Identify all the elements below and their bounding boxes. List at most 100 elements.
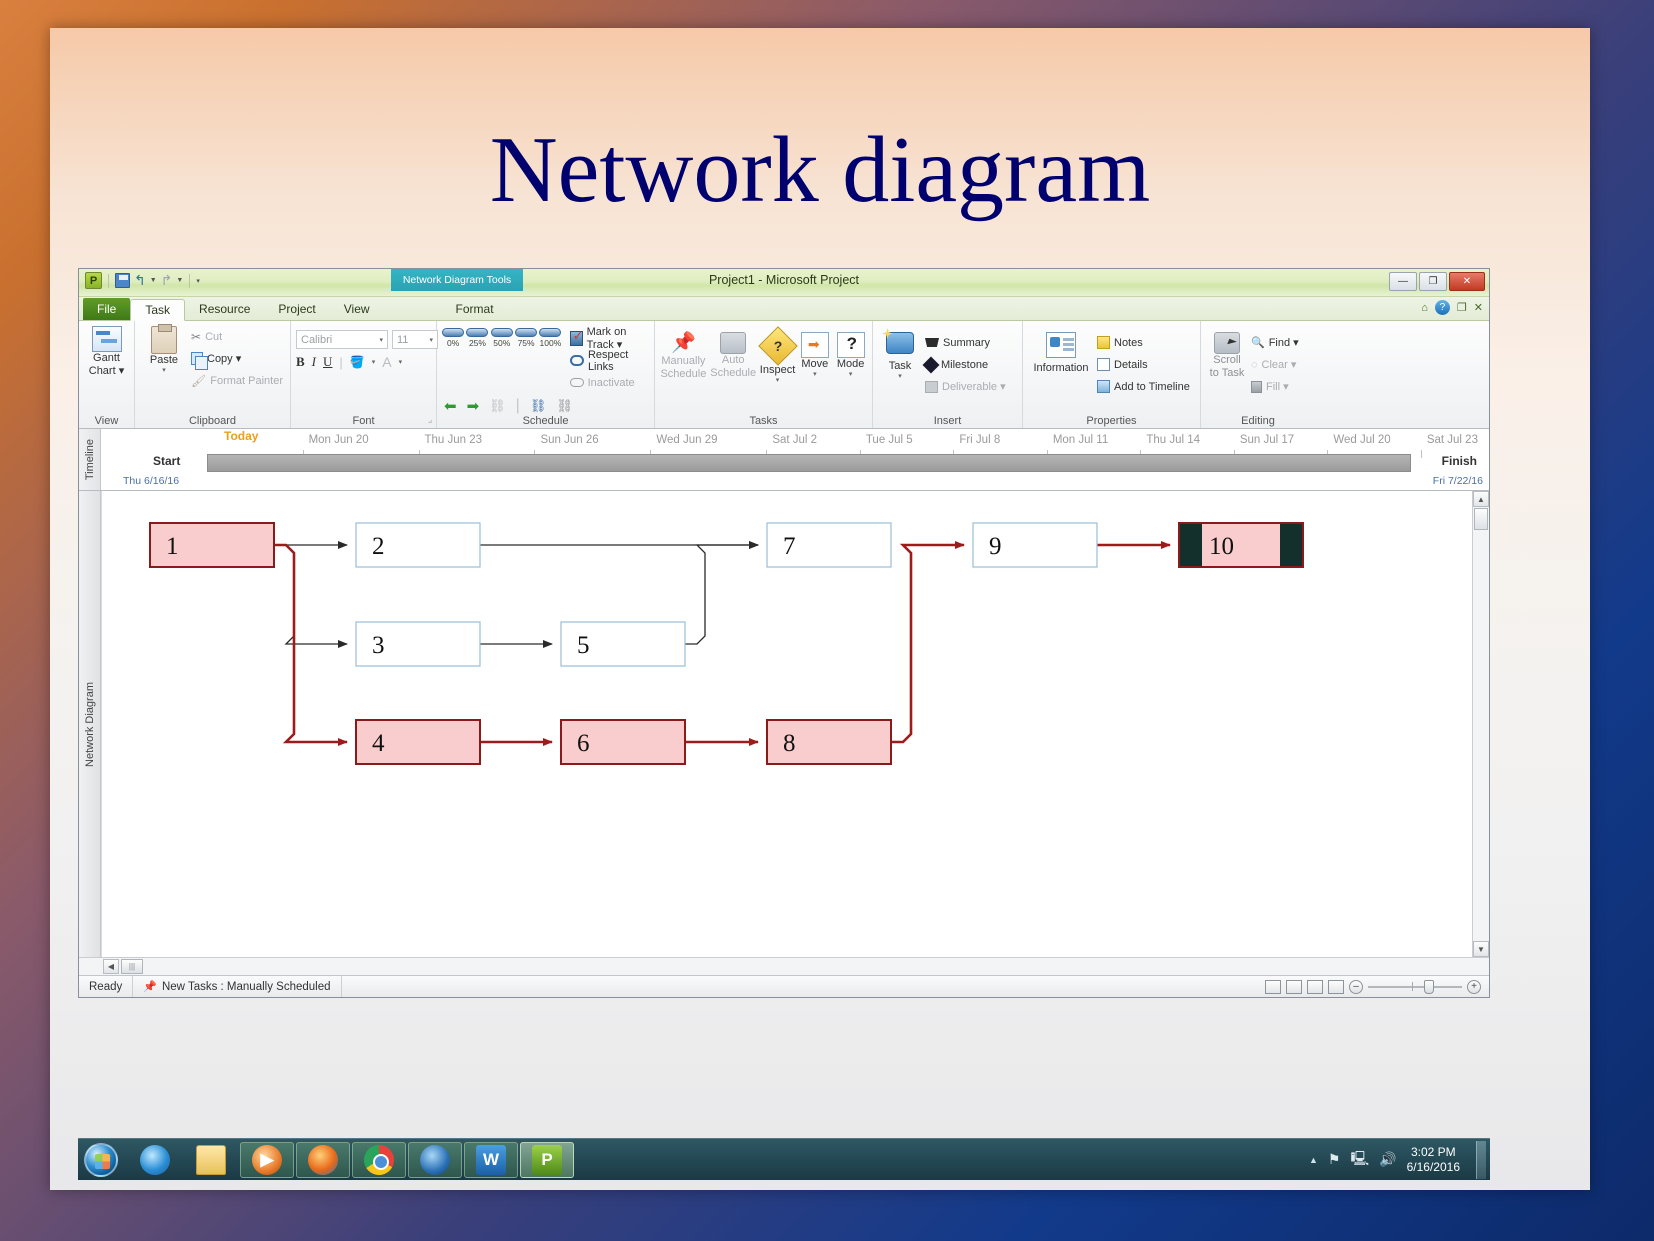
taskbar-item-google-chrome[interactable] bbox=[352, 1141, 406, 1178]
status-new-tasks[interactable]: 📌 New Tasks : Manually Scheduled bbox=[133, 976, 342, 997]
percent-50-button[interactable]: 50% bbox=[490, 328, 513, 348]
notes-button[interactable]: Notes bbox=[1097, 332, 1190, 353]
taskbar-item-internet-explorer[interactable] bbox=[128, 1142, 182, 1178]
paste-button[interactable]: Paste ▾ bbox=[140, 324, 188, 375]
zoom-in-button[interactable]: + bbox=[1467, 979, 1481, 994]
show-hidden-icons-icon[interactable]: ▲ bbox=[1309, 1155, 1318, 1165]
copy-button[interactable]: Copy ▾ bbox=[191, 348, 283, 370]
information-button[interactable]: Information bbox=[1028, 330, 1094, 375]
start-button[interactable] bbox=[78, 1140, 124, 1180]
timeline-vertical-label[interactable]: Timeline bbox=[79, 429, 101, 490]
close-document-icon[interactable]: ✕ bbox=[1474, 301, 1483, 314]
mark-on-track-button[interactable]: Mark on Track ▾ bbox=[569, 326, 654, 351]
horizontal-scroll-thumb[interactable]: ||| bbox=[121, 959, 143, 974]
indent-icon[interactable]: ➡ bbox=[467, 397, 480, 415]
restore-document-icon[interactable]: ❐ bbox=[1457, 301, 1467, 314]
view-resource-sheet-button[interactable] bbox=[1328, 979, 1344, 994]
tab-resource[interactable]: Resource bbox=[185, 298, 264, 320]
italic-button[interactable]: I bbox=[312, 354, 316, 370]
taskbar-items[interactable]: ▶ W P bbox=[128, 1141, 574, 1178]
tab-file[interactable]: File bbox=[83, 298, 131, 320]
network-icon[interactable]: 🖳 bbox=[1350, 1148, 1369, 1172]
vertical-scroll-thumb[interactable] bbox=[1474, 508, 1488, 530]
help-icon[interactable]: ? bbox=[1434, 300, 1450, 315]
minimize-button[interactable]: — bbox=[1389, 272, 1417, 291]
insert-task-button[interactable]: Task ▾ bbox=[878, 330, 922, 381]
taskbar-item-thunderbird[interactable] bbox=[408, 1141, 462, 1178]
diagram-node[interactable]: 7 bbox=[766, 522, 892, 568]
paste-dropdown-icon[interactable]: ▾ bbox=[162, 367, 166, 375]
milestone-button[interactable]: Milestone bbox=[922, 354, 1006, 375]
system-tray[interactable]: ▲ ⚑ 🖳 🔊 3:02 PM 6/16/2016 bbox=[1309, 1140, 1490, 1179]
scroll-down-button[interactable]: ▼ bbox=[1473, 941, 1489, 957]
ribbon-tabs[interactable]: File Task Resource Project View Format ⌂… bbox=[79, 297, 1489, 321]
add-to-timeline-button[interactable]: Add to Timeline bbox=[1097, 376, 1190, 397]
inspect-button[interactable]: ? Inspect ▾ bbox=[757, 326, 798, 385]
minimize-ribbon-icon[interactable]: ⌂ bbox=[1421, 302, 1428, 314]
action-center-flag-icon[interactable]: ⚑ bbox=[1328, 1151, 1341, 1168]
taskbar-item-microsoft-project[interactable]: P bbox=[520, 1141, 574, 1178]
show-desktop-button[interactable] bbox=[1476, 1140, 1486, 1179]
vertical-scrollbar[interactable]: ▲ ▼ bbox=[1472, 491, 1489, 957]
diagram-node[interactable]: 8 bbox=[766, 719, 892, 765]
zoom-out-button[interactable]: – bbox=[1349, 979, 1363, 994]
font-dialog-launcher-icon[interactable]: ⟓ bbox=[428, 415, 432, 426]
tab-format[interactable]: Format bbox=[442, 298, 508, 320]
background-color-icon[interactable]: 🪣 bbox=[350, 355, 365, 369]
move-dropdown-icon[interactable]: ▾ bbox=[813, 371, 817, 379]
percent-75-button[interactable]: 75% bbox=[515, 328, 538, 348]
split-task-icon[interactable]: ⛓ bbox=[556, 398, 573, 414]
manually-schedule-button[interactable]: 📌 Manually Schedule bbox=[660, 330, 707, 380]
diagram-node[interactable]: 1 bbox=[149, 522, 275, 568]
status-view-controls[interactable]: – + bbox=[1265, 979, 1489, 994]
font-name-chevron-down-icon[interactable]: ▾ bbox=[379, 336, 383, 344]
underline-button[interactable]: U bbox=[323, 354, 332, 370]
clear-button[interactable]: ◌ Clear ▾ bbox=[1251, 354, 1299, 375]
fill-button[interactable]: Fill ▾ bbox=[1251, 376, 1299, 397]
diagram-node[interactable]: 5 bbox=[560, 621, 686, 667]
percent-0-button[interactable]: 0% bbox=[442, 328, 465, 348]
taskbar-item-windows-media-player[interactable]: ▶ bbox=[240, 1141, 294, 1178]
font-size-chevron-down-icon[interactable]: ▾ bbox=[429, 336, 433, 344]
background-color-chevron-down-icon[interactable]: ▾ bbox=[372, 358, 376, 366]
ribbon-tab-right-controls[interactable]: ⌂ ? ❐ ✕ bbox=[1421, 300, 1483, 315]
gantt-chart-button[interactable]: Gantt Chart ▾ bbox=[84, 324, 129, 377]
volume-muted-icon[interactable]: 🔊 bbox=[1379, 1151, 1396, 1168]
respect-links-button[interactable]: Respect Links bbox=[569, 349, 654, 373]
bold-button[interactable]: B bbox=[296, 354, 305, 370]
view-task-usage-button[interactable] bbox=[1286, 979, 1302, 994]
taskbar-clock[interactable]: 3:02 PM 6/16/2016 bbox=[1407, 1145, 1466, 1175]
auto-schedule-button[interactable]: Auto Schedule bbox=[710, 330, 757, 379]
diagram-node[interactable]: 3 bbox=[355, 621, 481, 667]
unlink-tasks-icon[interactable]: ⛓ bbox=[489, 398, 506, 414]
link-tasks-icon[interactable]: ⛓ bbox=[530, 398, 547, 414]
restore-button[interactable]: ❐ bbox=[1419, 272, 1447, 291]
diagram-node[interactable]: 4 bbox=[355, 719, 481, 765]
view-vertical-label[interactable]: Network Diagram bbox=[79, 491, 101, 957]
taskbar-item-firefox[interactable] bbox=[296, 1141, 350, 1178]
timeline-bar[interactable] bbox=[207, 454, 1411, 472]
tab-view[interactable]: View bbox=[330, 298, 384, 320]
scroll-left-button[interactable]: ◀ bbox=[103, 959, 119, 974]
diagram-node[interactable]: 2 bbox=[355, 522, 481, 568]
details-button[interactable]: Details bbox=[1097, 354, 1190, 375]
font-color-chevron-down-icon[interactable]: ▾ bbox=[399, 358, 403, 366]
view-team-planner-button[interactable] bbox=[1307, 979, 1323, 994]
zoom-slider[interactable] bbox=[1368, 979, 1462, 994]
scroll-to-task-button[interactable]: Scroll to Task bbox=[1206, 330, 1248, 379]
percent-100-button[interactable]: 100% bbox=[539, 328, 562, 348]
tab-project[interactable]: Project bbox=[264, 298, 329, 320]
scroll-up-button[interactable]: ▲ bbox=[1473, 491, 1489, 507]
timeline-body[interactable]: Mon Jun 20 Thu Jun 23 Sun Jun 26 Wed Jun 29… bbox=[101, 429, 1489, 490]
tab-task[interactable]: Task bbox=[130, 299, 186, 321]
font-color-icon[interactable]: A bbox=[382, 354, 391, 370]
network-diagram-canvas[interactable]: 1 2 3 4 5 6 7 8 9 10 bbox=[101, 491, 1472, 957]
font-name-combobox[interactable]: Calibri ▾ bbox=[296, 330, 388, 349]
move-button[interactable]: Move ▾ bbox=[798, 330, 831, 379]
insert-task-dropdown-icon[interactable]: ▾ bbox=[898, 373, 902, 381]
percent-25-button[interactable]: 25% bbox=[466, 328, 489, 348]
diagram-node[interactable]: 6 bbox=[560, 719, 686, 765]
cut-button[interactable]: ✂ Cut bbox=[191, 326, 283, 347]
inactivate-button[interactable]: Inactivate bbox=[569, 372, 654, 393]
zoom-slider-thumb[interactable] bbox=[1424, 979, 1434, 994]
